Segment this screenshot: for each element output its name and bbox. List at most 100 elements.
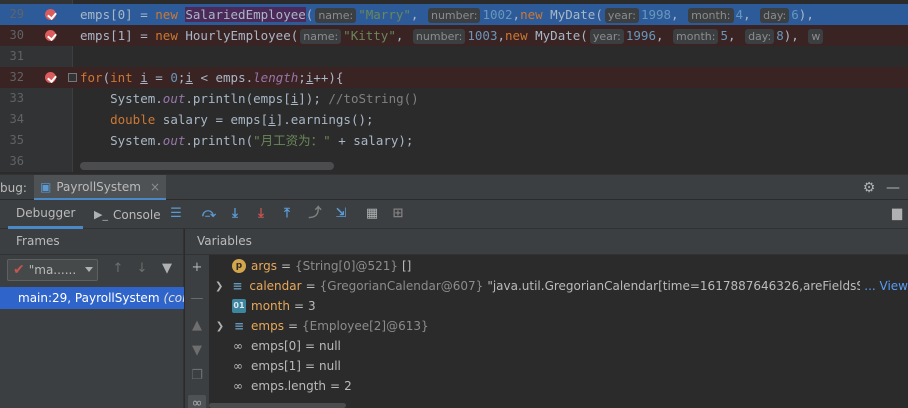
move-up-icon[interactable]: ▲ — [188, 317, 206, 335]
variable-row[interactable]: 01 month = 3 — [209, 296, 908, 316]
variable-row[interactable]: ∞ emps[1] = null — [209, 356, 908, 376]
parameter-hint: number: — [427, 8, 481, 23]
code-token: ), — [783, 28, 807, 43]
code-line[interactable]: 34 double salary = emps[i].earnings(); — [0, 109, 908, 130]
line-number: 31 — [9, 49, 24, 63]
field-icon: 01 — [232, 299, 246, 313]
editor-horizontal-scrollbar[interactable] — [80, 162, 334, 170]
show-watches-icon[interactable]: ∞ — [188, 395, 206, 408]
variable-row[interactable]: ∞ emps.length = 2 — [209, 376, 908, 396]
parameter-hint: year: — [604, 8, 639, 23]
variables-panel: Variables + — ▲ ▼ ❐ ∞ p args = {String[0]@521}[]… — [185, 229, 908, 408]
code-text: emps[1] = new HourlyEmployee(name: "Kitty… — [80, 25, 825, 46]
code-line[interactable]: 29 emps[0] = new SalariedEmployee(name: "M… — [0, 4, 908, 25]
code-token: length — [253, 70, 299, 85]
code-line[interactable]: 33 System.out.println(emps[i]); //toStri… — [0, 88, 908, 109]
variables-title: Variables — [197, 234, 252, 248]
code-token: salary = emps[ — [155, 112, 269, 127]
step-over-icon[interactable]: ⤓ — [226, 205, 244, 223]
variable-value: "java.util.GregorianCalendar[time=161788… — [487, 279, 908, 293]
code-text: for(int i = 0;i < emps.length;i++){ — [80, 67, 343, 88]
debug-session-label: PayrollSystem — [56, 179, 141, 194]
code-token: < emps. — [192, 70, 254, 85]
fold-marker-icon[interactable] — [68, 73, 77, 82]
breakpoint-icon[interactable] — [45, 9, 56, 20]
watch-icon: ∞ — [233, 379, 243, 393]
code-token: 1002 — [482, 7, 513, 22]
code-token: emps[0] = — [80, 7, 156, 22]
arrow-up-icon[interactable]: ↑ — [110, 261, 126, 277]
remove-watch-icon[interactable]: — — [188, 290, 206, 308]
variables-horizontal-scrollbar[interactable] — [209, 403, 346, 408]
minimize-icon[interactable]: — — [884, 179, 902, 197]
code-line[interactable]: 30 emps[1] = new HourlyEmployee(name: "Kit… — [0, 25, 908, 46]
frame-method: main:29, PayrollSystem — [18, 291, 160, 305]
variable-row[interactable]: ∞ emps[0] = null — [209, 336, 908, 356]
close-icon[interactable]: × — [150, 180, 160, 194]
variable-value: null — [319, 359, 341, 373]
variable-value: [] — [402, 259, 412, 273]
parameter-hint: year: — [589, 29, 624, 44]
tab-debugger[interactable]: Debugger — [8, 200, 84, 229]
variable-type: {String[0]@521} — [295, 259, 398, 273]
frame-location: (com — [163, 291, 184, 305]
variable-value: null — [319, 339, 341, 353]
variable-row[interactable]: ❯ ≡ calendar = {GregorianCalendar@607} "java.… — [209, 276, 908, 296]
variable-type: {Employee[2]@613} — [302, 319, 429, 333]
parameter-hint: name: — [315, 8, 357, 23]
view-link[interactable]: ... View — [860, 279, 908, 293]
variable-name: calendar — [249, 279, 302, 293]
variable-name: month — [251, 299, 290, 313]
code-token: 6 — [791, 7, 799, 22]
variable-row[interactable]: ❯ ≡ emps = {Employee[2]@613} — [209, 316, 908, 336]
code-text: double salary = emps[i].earnings(); — [80, 109, 373, 130]
breakpoint-icon[interactable] — [45, 72, 56, 83]
code-line[interactable]: 35 System.out.println("月工资为：" + salary); — [0, 130, 908, 151]
filter-icon[interactable]: ▼ — [159, 261, 175, 277]
code-token: int — [110, 70, 133, 85]
chevron-right-icon[interactable]: ❯ — [215, 281, 223, 292]
gear-icon[interactable]: ⚙ — [860, 179, 878, 197]
code-token: new — [520, 7, 543, 22]
frame-row-current[interactable]: main:29, PayrollSystem (com — [0, 287, 184, 309]
frames-divider — [0, 254, 183, 255]
new-watch-icon[interactable]: + — [188, 259, 206, 277]
code-token: 1003 — [467, 28, 498, 43]
evaluate-expression-icon[interactable]: ▦ — [363, 205, 381, 223]
restore-layout-icon[interactable]: ▆ — [888, 205, 906, 223]
line-number: 35 — [9, 133, 24, 147]
line-number: 30 — [9, 28, 24, 42]
step-into-icon[interactable]: ⤓ — [252, 205, 270, 223]
code-line[interactable]: 32 for(int i = 0;i < emps.length;i++){ — [0, 67, 908, 88]
tab-console[interactable]: ▶_ Console — [86, 200, 169, 229]
chevron-down-icon — [85, 267, 93, 272]
copy-icon[interactable]: ❐ — [188, 367, 206, 385]
parameter-hint: day: — [745, 29, 775, 44]
move-down-icon[interactable]: ▼ — [188, 342, 206, 360]
trace-icon[interactable]: ⊞ — [389, 205, 407, 223]
thread-dropdown[interactable]: ✔ "ma...... — [7, 259, 98, 281]
watch-icon: ∞ — [233, 359, 243, 373]
code-token: HourlyEmployee( — [177, 28, 299, 43]
code-token: out — [162, 133, 186, 148]
code-token: SalariedEmployee — [185, 7, 306, 22]
breakpoint-icon[interactable] — [45, 30, 56, 41]
force-step-into-icon[interactable]: ⤒ — [278, 205, 296, 223]
arrow-down-icon[interactable]: ↓ — [134, 261, 150, 277]
debug-session-tab[interactable]: ▣ PayrollSystem × — [34, 175, 166, 200]
step-out-icon[interactable]: ⤴ — [306, 205, 324, 223]
chevron-right-icon[interactable]: ❯ — [215, 321, 225, 332]
code-line[interactable]: 31 — [0, 46, 908, 67]
parameter-hint: w — [808, 29, 824, 44]
show-execution-point-icon[interactable]: ⤼ — [200, 205, 218, 223]
variable-row[interactable]: p args = {String[0]@521} [] — [209, 256, 908, 276]
code-token: //toString() — [328, 91, 419, 106]
run-to-cursor-icon[interactable]: ⇲ — [332, 205, 350, 223]
parameter-hint: month: — [688, 8, 734, 23]
code-editor[interactable]: 29 emps[0] = new SalariedEmployee(name: "M… — [0, 0, 908, 172]
code-token: ), — [798, 7, 814, 22]
layout-icon[interactable]: ☰ — [167, 205, 185, 223]
variable-name: emps — [251, 319, 284, 333]
code-token: System. — [80, 91, 163, 106]
